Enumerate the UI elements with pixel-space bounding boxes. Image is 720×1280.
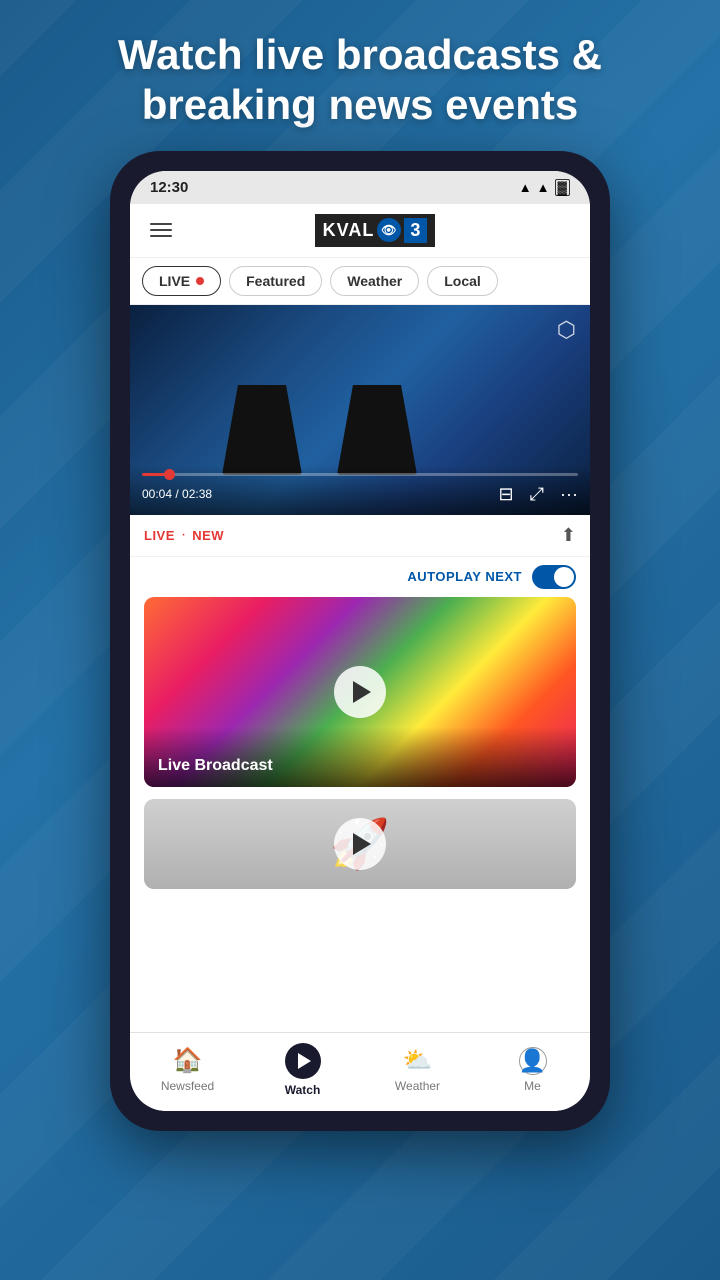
phone-screen: 12:30 ▲ ▲ ▓ KVAL 3 (130, 171, 590, 1111)
video-time: 00:04 / 02:38 (142, 487, 212, 501)
nav-item-weather[interactable]: ⛅ Weather (378, 1046, 458, 1093)
nav-label-watch: Watch (285, 1083, 321, 1097)
bottom-nav: 🏠 Newsfeed Watch ⛅ Weather 👤 Me (130, 1032, 590, 1111)
content-area: LIVE · NEW ⬆ AUTOPLAY NEXT Live Broa (130, 515, 590, 1032)
status-time: 12:30 (150, 179, 188, 196)
toggle-knob (554, 567, 574, 587)
status-icons: ▲ ▲ ▓ (519, 179, 570, 196)
video-card-2[interactable]: 🚀 (144, 799, 576, 889)
top-nav: KVAL 3 (130, 204, 590, 258)
logo-eye-icon (377, 218, 401, 242)
video-bottom-controls: 00:04 / 02:38 ⊟ ⤢ ··· (142, 484, 578, 505)
autoplay-label: AUTOPLAY NEXT (407, 569, 522, 584)
live-badge-row: LIVE · NEW ⬆ (130, 515, 590, 557)
logo-kval: KVAL 3 (315, 214, 436, 247)
hero-section: Watch live broadcasts & breaking news ev… (0, 0, 720, 151)
video-right-controls: ⊟ ⤢ ··· (499, 484, 578, 505)
tab-live-label: LIVE (159, 273, 190, 289)
video-card-1[interactable]: Live Broadcast (144, 597, 576, 787)
nav-item-watch[interactable]: Watch (263, 1043, 343, 1097)
tab-weather-label: Weather (347, 273, 402, 289)
logo-kval-text: KVAL (323, 220, 375, 241)
status-bar: 12:30 ▲ ▲ ▓ (130, 171, 590, 204)
watch-play-icon (298, 1053, 311, 1069)
live-dot-icon (196, 277, 204, 285)
home-icon: 🏠 (173, 1046, 203, 1075)
tab-featured[interactable]: Featured (229, 266, 322, 296)
play-triangle-icon-1 (353, 681, 371, 703)
hamburger-menu[interactable] (146, 219, 176, 241)
tab-live[interactable]: LIVE (142, 266, 221, 296)
watch-circle (285, 1043, 321, 1079)
fullscreen-icon[interactable]: ⤢ (530, 484, 544, 505)
nav-label-weather: Weather (395, 1079, 440, 1093)
live-badge-text: LIVE (144, 528, 175, 543)
play-triangle-icon-2 (353, 833, 371, 855)
tab-local-label: Local (444, 273, 481, 289)
progress-dot (164, 469, 175, 480)
signal-icon: ▲ (537, 180, 550, 195)
tab-bar: LIVE Featured Weather Local (130, 258, 590, 305)
progress-bar[interactable] (142, 473, 578, 476)
new-badge-text: NEW (192, 528, 224, 543)
nav-item-me[interactable]: 👤 Me (493, 1047, 573, 1093)
tab-weather[interactable]: Weather (330, 266, 419, 296)
progress-fill (142, 473, 164, 476)
captions-icon[interactable]: ⊟ (499, 484, 514, 505)
nav-label-me: Me (524, 1079, 541, 1093)
logo-number: 3 (404, 218, 427, 243)
live-new-badge: LIVE · NEW (144, 526, 224, 544)
autoplay-toggle[interactable] (532, 565, 576, 589)
cast-icon[interactable]: ⬡ (557, 317, 576, 343)
video-player[interactable]: ⬡ 00:04 / 02:38 ⊟ ⤢ ··· (130, 305, 590, 515)
nav-label-newsfeed: Newsfeed (161, 1079, 214, 1093)
autoplay-row: AUTOPLAY NEXT (130, 557, 590, 597)
phone-frame: 12:30 ▲ ▲ ▓ KVAL 3 (110, 151, 610, 1131)
video-controls: 00:04 / 02:38 ⊟ ⤢ ··· (130, 465, 590, 515)
tab-featured-label: Featured (246, 273, 305, 289)
play-button-1[interactable] (334, 666, 386, 718)
nav-item-newsfeed[interactable]: 🏠 Newsfeed (148, 1046, 228, 1093)
video-card-title-1: Live Broadcast (144, 727, 576, 787)
hero-title: Watch live broadcasts & breaking news ev… (60, 30, 660, 131)
battery-icon: ▓ (555, 179, 570, 196)
tab-local[interactable]: Local (427, 266, 498, 296)
logo-container: KVAL 3 (176, 214, 574, 247)
play-button-2[interactable] (334, 818, 386, 870)
me-icon: 👤 (519, 1047, 547, 1075)
more-options-icon[interactable]: ··· (560, 484, 578, 505)
share-icon[interactable]: ⬆ (561, 525, 576, 546)
wifi-icon: ▲ (519, 180, 532, 195)
weather-icon: ⛅ (403, 1046, 433, 1075)
badge-separator: · (181, 526, 186, 544)
